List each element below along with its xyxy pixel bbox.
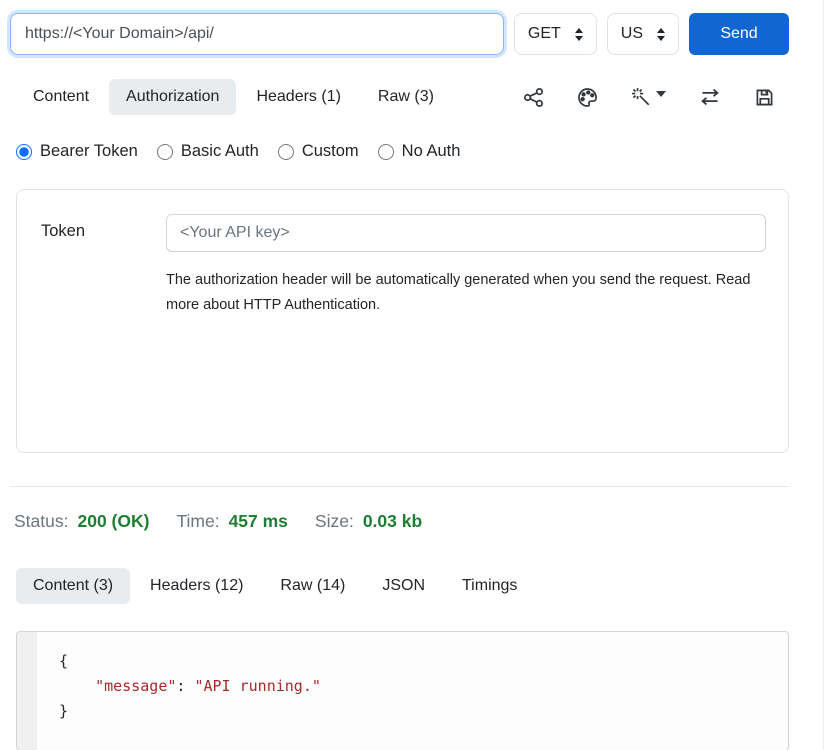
save-icon[interactable] [754,87,775,108]
url-input[interactable] [10,13,504,55]
response-tab-content[interactable]: Content (3) [16,568,130,604]
token-input[interactable] [166,214,766,252]
select-updown-icon [575,28,583,41]
tab-headers[interactable]: Headers (1) [239,79,357,115]
time-value: 457 ms [229,511,288,532]
request-bar: GET US Send [10,13,789,55]
response-body-panel: { "message": "API running." } [16,631,789,750]
size-value: 0.03 kb [363,511,422,532]
tab-content[interactable]: Content [16,79,106,115]
share-icon[interactable] [523,87,544,108]
method-select[interactable]: GET [514,13,597,55]
response-tabs-row: Content (3) Headers (12) Raw (14) JSON T… [16,568,823,604]
json-key: "message" [95,677,176,695]
response-status-bar: Status: 200 (OK) Time: 457 ms Size: 0.03… [14,511,823,532]
main-content-column: GET US Send Content Authorization Header… [0,0,824,750]
send-button[interactable]: Send [689,13,789,55]
auth-option-label: Bearer Token [40,142,138,161]
token-field-label: Token [41,214,166,452]
token-help-text: The authorization header will be automat… [166,268,758,318]
auth-option-bearer-token[interactable]: Bearer Token [16,142,138,161]
time-label: Time: [176,511,219,532]
radio-bearer-token[interactable] [16,144,32,160]
radio-no-auth[interactable] [378,144,394,160]
auth-type-options: Bearer Token Basic Auth Custom No Auth [16,142,823,161]
caret-down-icon [656,91,666,97]
status-label: Status: [14,511,68,532]
select-updown-icon [657,28,665,41]
response-tab-json[interactable]: JSON [365,568,442,604]
section-divider [10,486,789,487]
palette-icon[interactable] [577,87,598,108]
auth-option-basic-auth[interactable]: Basic Auth [157,142,259,161]
region-select-value: US [621,25,643,43]
request-tabs-row: Content Authorization Headers (1) Raw (3… [16,79,775,115]
response-tab-raw[interactable]: Raw (14) [263,568,362,604]
auth-option-label: Basic Auth [181,142,259,161]
json-open-brace: { [59,652,68,670]
response-tab-headers[interactable]: Headers (12) [133,568,260,604]
auth-option-no-auth[interactable]: No Auth [378,142,461,161]
radio-custom[interactable] [278,144,294,160]
json-indent [59,677,95,695]
json-value: "API running." [194,677,320,695]
code-gutter [17,632,37,750]
response-json-code[interactable]: { "message": "API running." } [37,632,788,750]
auth-option-label: No Auth [402,142,461,161]
radio-basic-auth[interactable] [157,144,173,160]
auth-option-label: Custom [302,142,359,161]
status-value: 200 (OK) [77,511,149,532]
magic-wand-dropdown-icon[interactable] [631,87,666,108]
swap-arrows-icon[interactable] [699,86,721,108]
size-label: Size: [315,511,354,532]
tab-raw[interactable]: Raw (3) [361,79,451,115]
method-select-value: GET [528,25,561,43]
request-toolbar [523,86,775,108]
region-select[interactable]: US [607,13,679,55]
json-separator: : [176,677,194,695]
auth-option-custom[interactable]: Custom [278,142,359,161]
response-tab-timings[interactable]: Timings [445,568,534,604]
tab-authorization[interactable]: Authorization [109,79,236,115]
token-panel: Token The authorization header will be a… [16,189,789,453]
json-close-brace: } [59,702,68,720]
